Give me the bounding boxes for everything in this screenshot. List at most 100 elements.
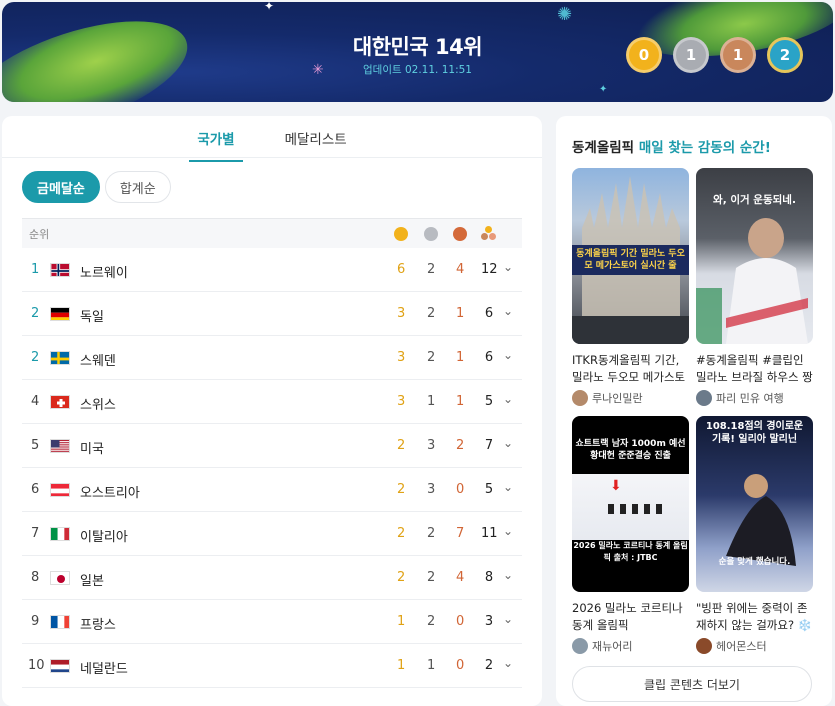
silver-count: 2 — [427, 350, 435, 365]
table-row[interactable]: 5 미국 2 3 2 7 ⌄ — [22, 424, 522, 468]
chevron-down-icon[interactable]: ⌄ — [503, 304, 513, 318]
sort-options: 금메달순 합계순 — [22, 171, 171, 203]
table-row[interactable]: 10 네덜란드 1 1 0 2 ⌄ — [22, 644, 522, 688]
sparkle-icon: ✦ — [264, 2, 274, 13]
tab-divider — [2, 157, 542, 158]
table-row[interactable]: 2 스웨덴 3 2 1 6 ⌄ — [22, 336, 522, 380]
country-name: 스위스 — [80, 394, 116, 413]
sort-by-gold-button[interactable]: 금메달순 — [22, 171, 100, 203]
clip-overlay-subtitle: 순을 맞게 했습니다. — [696, 556, 813, 568]
total-count: 3 — [481, 614, 497, 629]
author-name: 루나인밀란 — [592, 390, 643, 406]
silver-count: 3 — [427, 438, 435, 453]
rank: 5 — [31, 438, 39, 453]
gold-medal-icon — [394, 227, 408, 241]
rank: 7 — [31, 526, 39, 541]
bronze-count: 0 — [456, 614, 464, 629]
clip-caption[interactable]: 2026 밀라노 코르티나 동계 올림픽 — [572, 600, 689, 634]
bronze-medal-icon — [453, 227, 467, 241]
gold-count: 2 — [397, 570, 405, 585]
chevron-down-icon[interactable]: ⌄ — [503, 612, 513, 626]
total-count: 11 — [481, 526, 497, 541]
flag-sweden-icon — [50, 351, 70, 365]
clip-author[interactable]: 파리 민유 여행 — [696, 390, 813, 406]
author-name: 파리 민유 여행 — [716, 390, 784, 406]
bronze-count: 1 — [456, 350, 464, 365]
clips-title-prefix: 동계올림픽 — [572, 140, 634, 156]
country-name: 일본 — [80, 570, 104, 589]
clip-thumbnail[interactable]: 쇼트트랙 남자 1000m 예선 황대헌 준준결승 진출 ⬇ 2026 밀라노 … — [572, 416, 689, 592]
clip-thumbnail[interactable]: 108.18점의 경이로운 기록! 일리아 말리닌 순을 맞게 했습니다. — [696, 416, 813, 592]
table-row[interactable]: 4 스위스 3 1 1 5 ⌄ — [22, 380, 522, 424]
gold-count: 3 — [397, 394, 405, 409]
clip-caption[interactable]: "빙판 위에는 중력이 존재하지 않는 걸까요? ❄️ — [696, 600, 813, 634]
clip-card[interactable]: 108.18점의 경이로운 기록! 일리아 말리닌 순을 맞게 했습니다. "빙… — [696, 416, 813, 654]
chevron-down-icon[interactable]: ⌄ — [503, 392, 513, 406]
table-row[interactable]: 7 이탈리아 2 2 7 11 ⌄ — [22, 512, 522, 556]
total-count: 8 — [481, 570, 497, 585]
total-count: 12 — [481, 262, 497, 277]
silver-count: 2 — [427, 570, 435, 585]
country-name: 네덜란드 — [80, 658, 128, 677]
table-row[interactable]: 6 오스트리아 2 3 0 5 ⌄ — [22, 468, 522, 512]
clip-card[interactable]: 쇼트트랙 남자 1000m 예선 황대헌 준준결승 진출 ⬇ 2026 밀라노 … — [572, 416, 689, 654]
rank: 8 — [31, 570, 39, 585]
rank: 2 — [31, 350, 39, 365]
country-name: 이탈리아 — [80, 526, 128, 545]
clip-overlay-text: 동계올림픽 기간 밀라노 두오모 메가스토어 실시간 줄 — [572, 245, 689, 275]
total-medal-count: 2 — [767, 37, 803, 73]
table-row[interactable]: 2 독일 3 2 1 6 ⌄ — [22, 292, 522, 336]
clips-panel: 동계올림픽 매일 찾는 감동의 순간! 동계올림픽 기간 밀라노 두오모 메가스… — [556, 116, 832, 706]
gold-count: 1 — [397, 614, 405, 629]
table-row[interactable]: 1 노르웨이 6 2 4 12 ⌄ — [22, 248, 522, 292]
flag-norway-icon — [50, 263, 70, 277]
clip-author[interactable]: 헤어몬스터 — [696, 638, 813, 654]
total-count: 2 — [481, 658, 497, 673]
silver-count: 2 — [427, 306, 435, 321]
chevron-down-icon[interactable]: ⌄ — [503, 656, 513, 670]
silver-count: 2 — [427, 262, 435, 277]
gold-count: 2 — [397, 482, 405, 497]
skaters-image — [608, 504, 668, 514]
chevron-down-icon[interactable]: ⌄ — [503, 348, 513, 362]
bronze-count: 7 — [456, 526, 464, 541]
table-row[interactable]: 8 일본 2 2 4 8 ⌄ — [22, 556, 522, 600]
total-count: 6 — [481, 350, 497, 365]
chevron-down-icon[interactable]: ⌄ — [503, 480, 513, 494]
sort-by-total-button[interactable]: 합계순 — [105, 171, 171, 203]
rank: 2 — [31, 306, 39, 321]
clip-author[interactable]: 루나인밀란 — [572, 390, 689, 406]
chevron-down-icon[interactable]: ⌄ — [503, 524, 513, 538]
clip-thumbnail[interactable]: 와, 이거 운동되네. — [696, 168, 813, 344]
chevron-down-icon[interactable]: ⌄ — [503, 260, 513, 274]
rank: 1 — [31, 262, 39, 277]
clip-author[interactable]: 재뉴어리 — [572, 638, 689, 654]
chevron-down-icon[interactable]: ⌄ — [503, 436, 513, 450]
korea-medal-summary: 0 1 1 2 — [626, 37, 803, 73]
medal-table-panel: 국가별 메달리스트 금메달순 합계순 순위 1 노르웨이 6 2 4 12 ⌄ — [2, 116, 542, 706]
clip-thumbnail[interactable]: 동계올림픽 기간 밀라노 두오모 메가스토어 실시간 줄 — [572, 168, 689, 344]
flag-france-icon — [50, 615, 70, 629]
country-name: 노르웨이 — [80, 262, 128, 281]
country-name: 미국 — [80, 438, 104, 457]
country-name: 독일 — [80, 306, 104, 325]
total-count: 6 — [481, 306, 497, 321]
clip-card[interactable]: 와, 이거 운동되네. #동계올림픽 #클립인밀라노 브라질 하우스 짱 파리 … — [696, 168, 813, 406]
clip-caption[interactable]: #동계올림픽 #클립인밀라노 브라질 하우스 짱 — [696, 352, 813, 386]
clip-card[interactable]: 동계올림픽 기간 밀라노 두오모 메가스토어 실시간 줄 ITKR동계올림픽 기… — [572, 168, 689, 406]
bronze-count: 4 — [456, 570, 464, 585]
rank-header: 순위 — [29, 226, 49, 242]
rink-image: ⬇ — [572, 474, 689, 540]
flag-japan-icon — [50, 571, 70, 585]
more-clips-button[interactable]: 클립 콘텐츠 더보기 — [572, 666, 812, 702]
rank: 4 — [31, 394, 39, 409]
total-count: 5 — [481, 482, 497, 497]
clip-caption[interactable]: ITKR동계올림픽 기간, 밀라노 두오모 메가스토어 실시간 줄 — [572, 352, 689, 386]
country-name: 프랑스 — [80, 614, 116, 633]
silver-count: 3 — [427, 482, 435, 497]
bronze-count: 0 — [456, 658, 464, 673]
chevron-down-icon[interactable]: ⌄ — [503, 568, 513, 582]
gold-medal-count: 0 — [626, 37, 662, 73]
silver-count: 1 — [427, 658, 435, 673]
table-row[interactable]: 9 프랑스 1 2 0 3 ⌄ — [22, 600, 522, 644]
